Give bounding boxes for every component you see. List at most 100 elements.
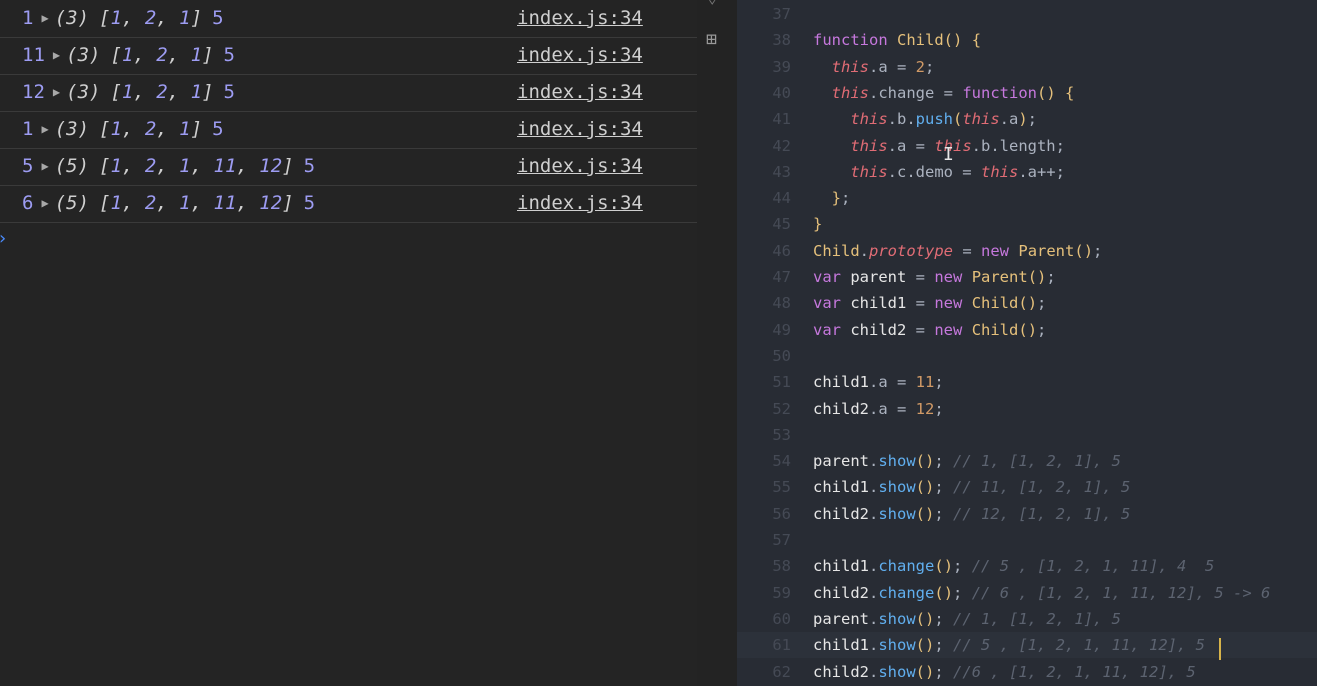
console-log-row[interactable]: 6 ▶ (5) [1, 2, 1, 11, 12] 5 index.js:34 xyxy=(0,185,697,223)
source-link[interactable]: index.js:34 xyxy=(517,185,643,222)
code-line[interactable]: 47 var parent = new Parent(); xyxy=(737,264,1317,290)
code-text: this.b.push(this.a); xyxy=(850,110,1038,129)
mouse-ibeam-cursor: I xyxy=(943,144,954,165)
line-number: 49 xyxy=(772,320,791,339)
line-number: 44 xyxy=(772,189,791,208)
console-log-row[interactable]: 11 ▶ (3) [1, 2, 1] 5 index.js:34 xyxy=(0,37,697,75)
log-last-value: 5 xyxy=(212,118,224,140)
code-line[interactable]: 55 child1.show(); // 11, [1, 2, 1], 5 xyxy=(737,474,1317,500)
array-preview: [1, 2, 1] xyxy=(99,7,203,29)
array-length: (5) xyxy=(54,192,90,214)
code-editor[interactable]: 37 38 function Child() {39 this.a = 2; 40 t… xyxy=(737,0,1317,686)
code-line[interactable]: 38 function Child() { xyxy=(737,27,1317,53)
array-item: 1 xyxy=(110,192,122,214)
code-line[interactable]: 42 this.a = this.b.length; xyxy=(737,133,1317,159)
code-line[interactable]: 44 }; xyxy=(737,185,1317,211)
code-line[interactable]: 58 child1.change(); // 5 , [1, 2, 1, 11],… xyxy=(737,553,1317,579)
array-item: 1 xyxy=(179,155,191,177)
code-line[interactable]: 50 xyxy=(737,343,1317,369)
text-caret xyxy=(1219,638,1221,660)
code-line[interactable]: 57 xyxy=(737,527,1317,553)
code-text: Child.prototype = new Parent(); xyxy=(813,241,1103,260)
console-log-row[interactable]: 5 ▶ (5) [1, 2, 1, 11, 12] 5 index.js:34 xyxy=(0,148,697,186)
code-line[interactable]: 60 parent.show(); // 1, [1, 2, 1], 5 xyxy=(737,606,1317,632)
array-item: 2 xyxy=(144,118,157,140)
code-line[interactable]: 39 this.a = 2; xyxy=(737,54,1317,80)
code-line[interactable]: 61 child1.show(); // 5 , [1, 2, 1, 11, 12… xyxy=(737,632,1317,659)
code-line[interactable]: 54 parent.show(); // 1, [1, 2, 1], 5 xyxy=(737,448,1317,474)
source-link[interactable]: index.js:34 xyxy=(517,74,643,111)
disclosure-triangle-icon[interactable]: ▶ xyxy=(53,85,60,99)
disclosure-triangle-icon[interactable]: ▶ xyxy=(53,48,60,62)
console-log-row[interactable]: 1 ▶ (3) [1, 2, 1] 5 index.js:34 xyxy=(0,0,697,38)
array-preview: [1, 2, 1, 11, 12] xyxy=(99,192,294,214)
line-number: 42 xyxy=(772,136,791,155)
line-number: 40 xyxy=(772,83,791,102)
code-line[interactable]: 53 xyxy=(737,422,1317,448)
code-line[interactable]: 59 child2.change(); // 6 , [1, 2, 1, 11, … xyxy=(737,580,1317,606)
array-item: 2 xyxy=(144,155,157,177)
log-first-value: 6 xyxy=(22,192,34,214)
code-line[interactable]: 52 child2.a = 12; xyxy=(737,396,1317,422)
disclosure-triangle-icon[interactable]: ▶ xyxy=(41,196,48,210)
log-first-value: 12 xyxy=(22,81,45,103)
array-length: (3) xyxy=(54,118,90,140)
array-preview: [1, 2, 1] xyxy=(110,81,214,103)
code-line[interactable]: 41 this.b.push(this.a); xyxy=(737,106,1317,132)
line-number: 45 xyxy=(772,215,791,234)
array-item: 2 xyxy=(156,81,168,103)
code-text: child1.a = 11; xyxy=(813,373,944,392)
log-last-value: 5 xyxy=(303,155,316,177)
array-item: 1 xyxy=(179,7,191,29)
line-number: 48 xyxy=(772,294,791,313)
disclosure-triangle-icon[interactable]: ▶ xyxy=(41,122,48,136)
array-item: 1 xyxy=(110,155,122,177)
log-last-value: 5 xyxy=(223,81,235,103)
array-item: 12 xyxy=(259,155,283,177)
array-length: (3) xyxy=(66,44,101,66)
code-text: child1.show(); // 11, [1, 2, 1], 5 xyxy=(813,478,1131,497)
source-link[interactable]: index.js:34 xyxy=(517,148,643,185)
array-item: 12 xyxy=(259,192,283,214)
disclosure-triangle-icon[interactable]: ▶ xyxy=(41,11,48,25)
code-text: parent.show(); // 1, [1, 2, 1], 5 xyxy=(813,609,1122,628)
code-text: parent.show(); // 1, [1, 2, 1], 5 xyxy=(813,452,1122,471)
array-item: 11 xyxy=(213,192,237,214)
line-number: 52 xyxy=(772,399,791,418)
console-log-row[interactable]: 12 ▶ (3) [1, 2, 1] 5 index.js:34 xyxy=(0,74,697,112)
source-link[interactable]: index.js:34 xyxy=(517,0,643,37)
array-preview: [1, 2, 1, 11, 12] xyxy=(99,155,294,177)
array-item: 2 xyxy=(144,192,157,214)
array-item: 11 xyxy=(213,155,237,177)
code-line[interactable]: 49 var child2 = new Child(); xyxy=(737,317,1317,343)
line-number: 62 xyxy=(772,662,791,681)
code-text: var child2 = new Child(); xyxy=(813,320,1047,339)
log-first-value: 1 xyxy=(22,7,34,29)
array-item: 1 xyxy=(179,192,191,214)
log-last-value: 5 xyxy=(223,44,235,66)
source-link[interactable]: index.js:34 xyxy=(517,111,643,148)
code-text: this.c.demo = this.a++; xyxy=(850,162,1065,181)
code-text: function Child() { xyxy=(813,31,982,50)
code-line[interactable]: 56 child2.show(); // 12, [1, 2, 1], 5 xyxy=(737,501,1317,527)
line-number: 56 xyxy=(772,504,791,523)
extensions-icon[interactable]: ⊞ xyxy=(706,29,717,50)
code-line[interactable]: 40 this.change = function() { xyxy=(737,80,1317,106)
line-number: 55 xyxy=(772,478,791,497)
console-prompt-icon[interactable]: › xyxy=(0,228,8,249)
code-line[interactable]: 48 var child1 = new Child(); xyxy=(737,290,1317,316)
code-line[interactable]: 51 child1.a = 11; xyxy=(737,369,1317,395)
log-first-value: 11 xyxy=(22,44,45,66)
code-line[interactable]: 45} xyxy=(737,211,1317,237)
array-preview: [1, 2, 1] xyxy=(99,118,203,140)
code-line[interactable]: 62 child2.show(); //6 , [1, 2, 1, 11, 12]… xyxy=(737,659,1317,685)
code-text: this.change = function() { xyxy=(831,83,1075,102)
code-line[interactable]: 43 this.c.demo = this.a++; xyxy=(737,159,1317,185)
code-line[interactable]: 37 xyxy=(737,1,1317,27)
code-line[interactable]: 46 Child.prototype = new Parent(); xyxy=(737,238,1317,264)
code-text: var child1 = new Child(); xyxy=(813,294,1047,313)
source-link[interactable]: index.js:34 xyxy=(517,37,643,74)
disclosure-triangle-icon[interactable]: ▶ xyxy=(41,159,48,173)
console-log-row[interactable]: 1 ▶ (3) [1, 2, 1] 5 index.js:34 xyxy=(0,111,697,149)
code-text: }; xyxy=(831,189,851,208)
